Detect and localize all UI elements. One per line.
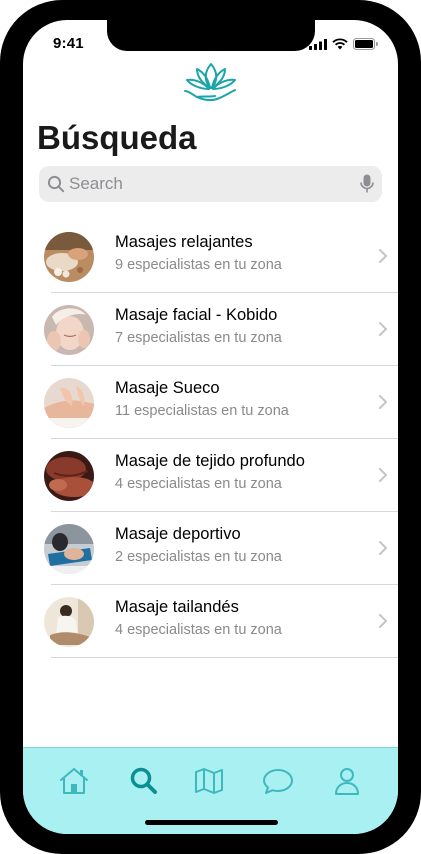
list-item-subtitle: 4 especialistas en tu zona <box>115 476 282 492</box>
avatar <box>44 378 94 428</box>
search-icon <box>47 175 65 193</box>
page-title: Búsqueda <box>37 119 197 156</box>
home-icon <box>60 768 88 794</box>
status-time: 9:41 <box>53 35 84 52</box>
chevron-right-icon <box>379 249 387 263</box>
list-item[interactable]: Masajes relajantes 9 especialistas en tu… <box>23 220 398 293</box>
search-bar[interactable] <box>39 166 382 202</box>
avatar <box>44 451 94 501</box>
chevron-right-icon <box>379 614 387 628</box>
list-item[interactable]: Masaje deportivo 2 especialistas en tu z… <box>23 512 398 585</box>
wifi-icon <box>332 38 348 50</box>
chevron-right-icon <box>379 322 387 336</box>
chevron-right-icon <box>379 541 387 555</box>
list-item-title: Masaje de tejido profundo <box>115 452 305 470</box>
list-item[interactable]: Masaje facial - Kobido 7 especialistas e… <box>23 293 398 366</box>
avatar <box>44 597 94 647</box>
phone-frame: 9:41 Búsqueda Search Masajes relajantes … <box>0 0 421 854</box>
tab-map[interactable] <box>192 764 226 798</box>
tab-home[interactable] <box>57 764 91 798</box>
battery-icon <box>353 38 378 50</box>
chevron-right-icon <box>379 395 387 409</box>
signal-icon <box>309 38 327 50</box>
chevron-right-icon <box>379 468 387 482</box>
list-item-title: Masaje facial - Kobido <box>115 306 278 324</box>
search-icon <box>130 767 157 794</box>
search-input[interactable] <box>69 166 339 202</box>
chat-icon <box>263 769 293 794</box>
list-item[interactable]: Masaje de tejido profundo 4 especialista… <box>23 439 398 512</box>
results-list: Masajes relajantes 9 especialistas en tu… <box>23 220 398 658</box>
list-item[interactable]: Masaje Sueco 11 especialistas en tu zona <box>23 366 398 439</box>
avatar <box>44 305 94 355</box>
tab-bar <box>23 747 398 834</box>
home-indicator[interactable] <box>145 820 278 825</box>
lotus-logo-icon <box>184 63 236 102</box>
list-item[interactable]: Masaje tailandés 4 especialistas en tu z… <box>23 585 398 658</box>
list-item-subtitle: 7 especialistas en tu zona <box>115 330 282 346</box>
status-icons <box>309 38 378 50</box>
list-item-title: Masaje Sueco <box>115 379 220 397</box>
list-item-subtitle: 4 especialistas en tu zona <box>115 622 282 638</box>
list-item-subtitle: 9 especialistas en tu zona <box>115 257 282 273</box>
divider <box>51 657 398 658</box>
profile-icon <box>335 768 359 795</box>
microphone-icon[interactable] <box>360 174 374 194</box>
tab-profile[interactable] <box>330 764 364 798</box>
map-icon <box>195 768 223 794</box>
avatar <box>44 524 94 574</box>
tab-chat[interactable] <box>261 764 295 798</box>
list-item-title: Masajes relajantes <box>115 233 253 251</box>
screen: 9:41 Búsqueda Search Masajes relajantes … <box>23 20 398 834</box>
list-item-subtitle: 2 especialistas en tu zona <box>115 549 282 565</box>
notch <box>107 20 315 51</box>
list-item-title: Masaje deportivo <box>115 525 241 543</box>
list-item-subtitle: 11 especialistas en tu zona <box>115 403 289 419</box>
list-item-title: Masaje tailandés <box>115 598 239 616</box>
avatar <box>44 232 94 282</box>
tab-search[interactable] <box>127 764 161 798</box>
